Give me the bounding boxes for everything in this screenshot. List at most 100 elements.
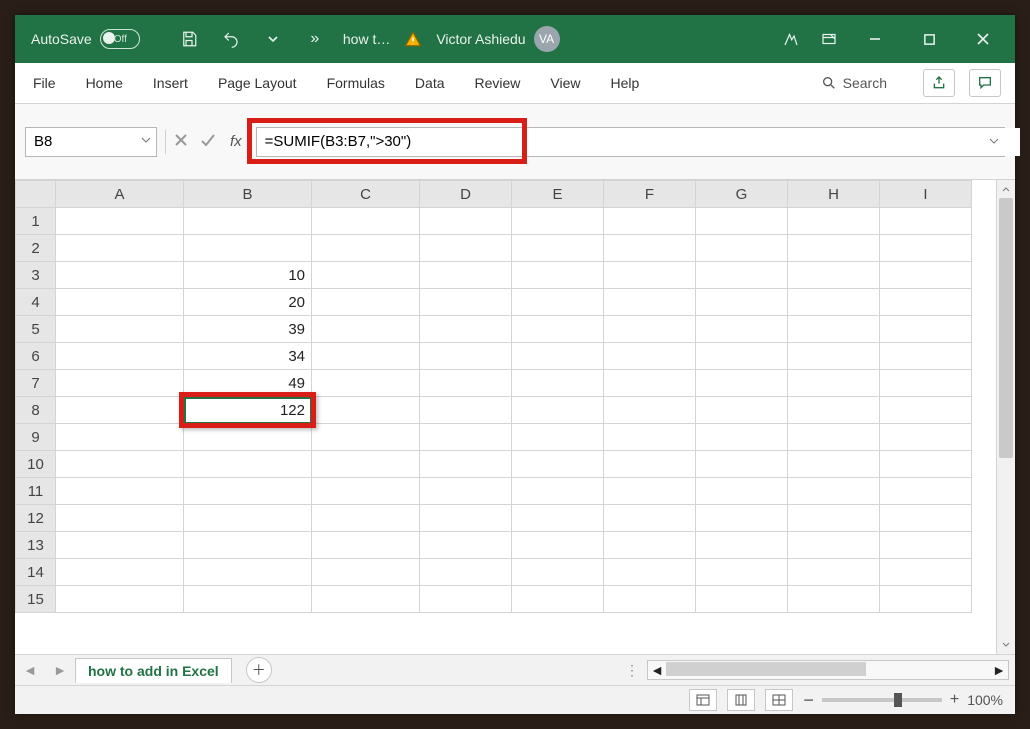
new-sheet-button[interactable]: ＋ [246, 657, 272, 683]
row-header-14[interactable]: 14 [16, 559, 56, 586]
worksheet-area: A B C D E F G H I 1 2 3 10 4 20 5 39 6 34 7 4… [15, 180, 1015, 654]
search-button[interactable]: Search [821, 75, 887, 91]
user-name: Victor Ashiedu [436, 31, 525, 47]
tab-view[interactable]: View [546, 69, 584, 97]
col-header-C[interactable]: C [312, 181, 420, 208]
sheet-nav-next-icon[interactable]: ► [49, 659, 71, 681]
coming-soon-icon[interactable] [777, 25, 805, 53]
tab-review[interactable]: Review [471, 69, 525, 97]
formula-bar: fx [15, 104, 1015, 180]
save-icon[interactable] [175, 25, 203, 53]
quickaccess-chevron-icon[interactable] [259, 25, 287, 53]
sheet-nav-prev-icon[interactable]: ◄ [19, 659, 41, 681]
grid[interactable]: A B C D E F G H I 1 2 3 10 4 20 5 39 6 34 7 4… [15, 180, 996, 654]
tab-home[interactable]: Home [82, 69, 127, 97]
formula-cancel-icon[interactable] [174, 133, 188, 150]
scroll-down-icon[interactable] [997, 636, 1015, 654]
zoom-level[interactable]: 100% [967, 692, 1003, 708]
row-header-4[interactable]: 4 [16, 289, 56, 316]
scroll-right-icon[interactable]: ► [990, 661, 1008, 679]
formula-input[interactable] [257, 128, 1020, 156]
warning-icon[interactable] [404, 30, 422, 48]
tab-formulas[interactable]: Formulas [323, 69, 389, 97]
tab-file[interactable]: File [29, 69, 60, 97]
autosave-state: Off [114, 34, 127, 45]
col-header-G[interactable]: G [696, 181, 788, 208]
view-normal-icon[interactable] [689, 689, 717, 711]
autosave-toggle[interactable]: AutoSave Off [31, 29, 161, 49]
minimize-button[interactable] [853, 23, 897, 55]
zoom-control: − + 100% [803, 690, 1003, 711]
excel-window: AutoSave Off » how t… Victor Ashiedu VA [15, 15, 1015, 714]
formula-input-box[interactable] [256, 127, 1005, 157]
col-header-E[interactable]: E [512, 181, 604, 208]
name-box[interactable] [25, 127, 157, 157]
undo-icon[interactable] [217, 25, 245, 53]
tab-help[interactable]: Help [607, 69, 644, 97]
row-header-15[interactable]: 15 [16, 586, 56, 613]
scroll-left-icon[interactable]: ◄ [648, 661, 666, 679]
col-header-F[interactable]: F [604, 181, 696, 208]
cell-B8-value: 122 [280, 402, 305, 419]
row-header-7[interactable]: 7 [16, 370, 56, 397]
select-all-corner[interactable] [16, 181, 56, 208]
tab-data[interactable]: Data [411, 69, 449, 97]
share-button[interactable] [923, 69, 955, 97]
row-header-11[interactable]: 11 [16, 478, 56, 505]
sheet-options-icon[interactable]: ⋮ [625, 662, 639, 679]
col-header-A[interactable]: A [56, 181, 184, 208]
sheet-tab-bar: ◄ ► how to add in Excel ＋ ⋮ ◄ ► [15, 654, 1015, 685]
row-header-13[interactable]: 13 [16, 532, 56, 559]
formula-enter-icon[interactable] [200, 133, 216, 150]
row-header-2[interactable]: 2 [16, 235, 56, 262]
col-header-D[interactable]: D [420, 181, 512, 208]
document-title[interactable]: how t… [343, 31, 390, 47]
cell-B5[interactable]: 39 [184, 316, 312, 343]
account-area[interactable]: Victor Ashiedu VA [436, 26, 559, 52]
zoom-slider-thumb[interactable] [894, 693, 902, 707]
insert-function-button[interactable]: fx [230, 133, 242, 150]
scroll-up-icon[interactable] [997, 180, 1015, 198]
row-header-8[interactable]: 8 [16, 397, 56, 424]
maximize-button[interactable] [907, 23, 951, 55]
row-header-3[interactable]: 3 [16, 262, 56, 289]
formula-expand-icon[interactable] [988, 134, 1000, 150]
name-box-dropdown-icon[interactable] [140, 133, 152, 149]
hscroll-thumb[interactable] [666, 662, 866, 676]
col-header-H[interactable]: H [788, 181, 880, 208]
row-header-1[interactable]: 1 [16, 208, 56, 235]
zoom-out-button[interactable]: − [803, 690, 814, 711]
title-controls [777, 23, 1005, 55]
row-header-10[interactable]: 10 [16, 451, 56, 478]
zoom-slider[interactable] [822, 698, 942, 702]
row-header-5[interactable]: 5 [16, 316, 56, 343]
zoom-in-button[interactable]: + [950, 691, 959, 709]
comments-button[interactable] [969, 69, 1001, 97]
sheet-tab-active[interactable]: how to add in Excel [75, 658, 232, 683]
row-header-12[interactable]: 12 [16, 505, 56, 532]
tab-page-layout[interactable]: Page Layout [214, 69, 301, 97]
search-label: Search [843, 75, 887, 91]
name-box-input[interactable] [26, 133, 156, 150]
ribbon: File Home Insert Page Layout Formulas Da… [15, 63, 1015, 104]
view-page-layout-icon[interactable] [727, 689, 755, 711]
col-header-B[interactable]: B [184, 181, 312, 208]
vertical-scrollbar[interactable] [996, 180, 1015, 654]
cell-B6[interactable]: 34 [184, 343, 312, 370]
vscroll-thumb[interactable] [999, 198, 1013, 458]
more-commands-icon[interactable]: » [301, 25, 329, 53]
cell-B8[interactable]: 122 [184, 397, 312, 424]
cell-B7[interactable]: 49 [184, 370, 312, 397]
col-header-I[interactable]: I [880, 181, 972, 208]
avatar[interactable]: VA [534, 26, 560, 52]
row-header-9[interactable]: 9 [16, 424, 56, 451]
cell-B4[interactable]: 20 [184, 289, 312, 316]
title-bar: AutoSave Off » how t… Victor Ashiedu VA [15, 15, 1015, 63]
cell-B3[interactable]: 10 [184, 262, 312, 289]
view-page-break-icon[interactable] [765, 689, 793, 711]
horizontal-scrollbar[interactable]: ◄ ► [647, 660, 1009, 680]
row-header-6[interactable]: 6 [16, 343, 56, 370]
tab-insert[interactable]: Insert [149, 69, 192, 97]
ribbon-display-icon[interactable] [815, 25, 843, 53]
close-button[interactable] [961, 23, 1005, 55]
